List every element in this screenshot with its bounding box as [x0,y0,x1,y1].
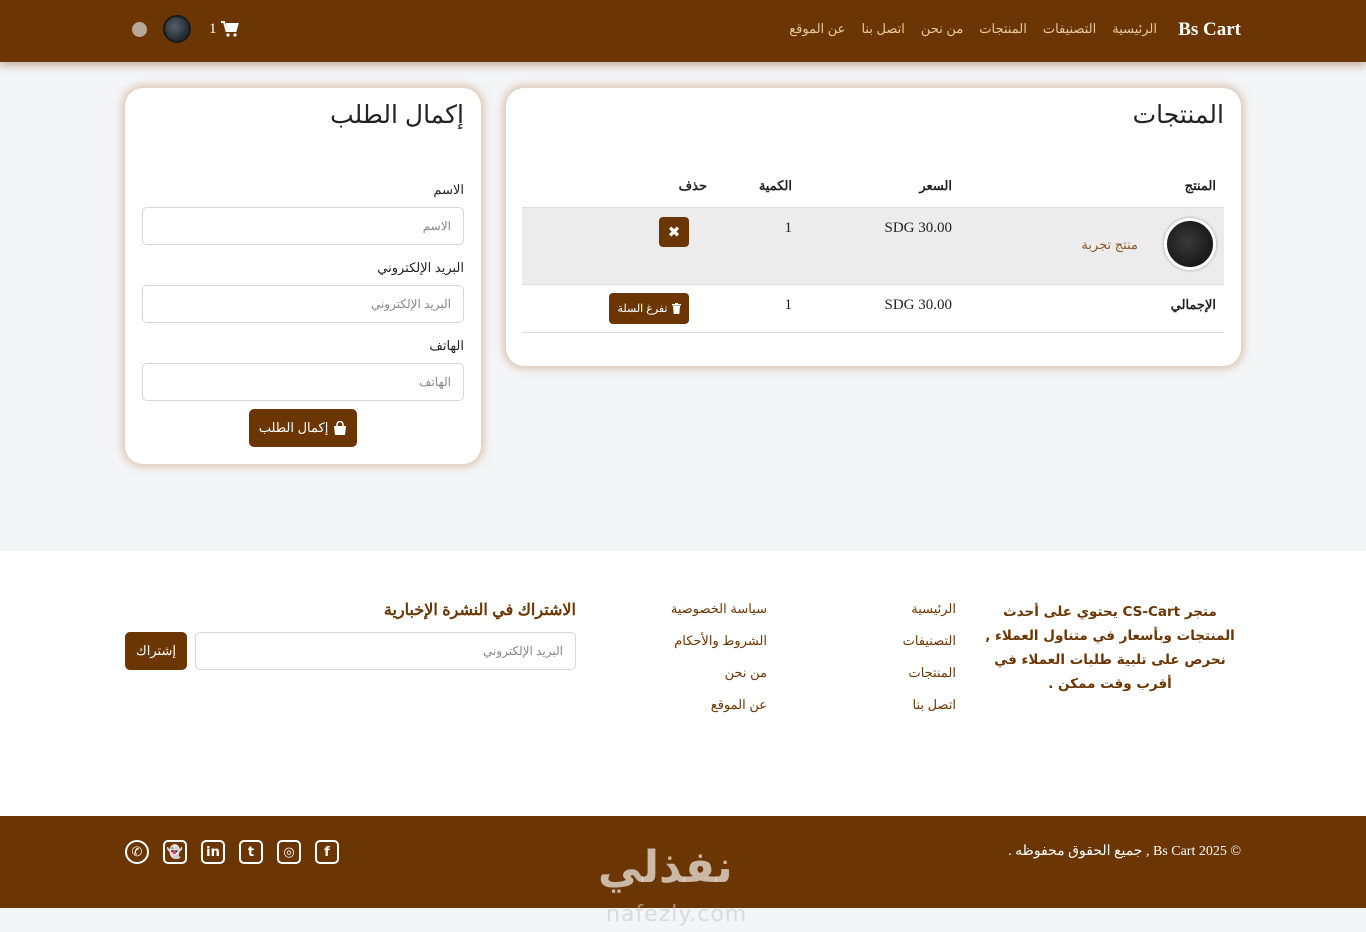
product-qty: 1 [784,220,793,236]
complete-order-button[interactable]: إكمال الطلب [249,409,357,447]
nav-contact[interactable]: اتصل بنا [861,21,904,37]
nav-home[interactable]: الرئيسية [1112,21,1157,37]
order-title: إكمال الطلب [330,101,464,129]
empty-cart-button[interactable]: تفرغ السلة [609,293,689,324]
whatsapp-icon[interactable]: ✆ [125,840,149,864]
footer-link-home[interactable]: الرئيسية [903,600,956,618]
footer-link-about-us[interactable]: من نحن [671,664,767,682]
brand-logo[interactable]: Bs Cart [1178,19,1241,41]
name-label: الاسم [433,182,464,197]
phone-input[interactable] [142,363,464,401]
cart-count: 1 [209,20,217,37]
name-input[interactable] [142,207,464,245]
product-image[interactable] [1164,218,1216,270]
nav-about-us[interactable]: من نحن [921,21,963,37]
bottom-bar: © Bs Cart 2025 , جميع الحقوق محفوظه . نف… [0,816,1366,927]
product-name[interactable]: منتج تجربة [1081,237,1138,253]
header-qty: الكمية [758,178,792,193]
total-price: SDG 30.00 [884,297,952,313]
header-price: السعر [919,178,952,193]
newsletter-email-input[interactable] [195,632,576,670]
empty-cart-label: تفرغ السلة [617,303,668,315]
phone-label: الهاتف [429,338,464,353]
complete-order-label: إكمال الطلب [258,420,329,435]
cart-table: المنتج السعر الكمية حذف منتج تجربة SDG 3… [522,168,1224,333]
nav-categories[interactable]: التصنيفات [1043,21,1096,37]
snapchat-icon[interactable]: 👻 [163,840,187,864]
products-card: المنتجات المنتج السعر الكمية حذف منتج تج… [506,88,1241,366]
instagram-icon[interactable]: ◎ [277,840,301,864]
watermark-logo: نفذلي [598,842,734,893]
footer-link-products[interactable]: المنتجات [903,664,956,682]
subscribe-button[interactable]: إشتراك [125,632,187,670]
delete-item-button[interactable]: ✖ [659,217,689,247]
footer-about: متجر CS-Cart يحتوي على أحدث المنتجات وبأ… [985,604,1235,692]
cart-icon [220,21,239,37]
nav-products[interactable]: المنتجات [979,21,1027,37]
trash-icon [671,303,681,314]
facebook-icon[interactable]: f [315,840,339,864]
copyright: © Bs Cart 2025 , جميع الحقوق محفوظه . [1008,844,1241,859]
table-row: منتج تجربة SDG 30.00 1 ✖ [522,208,1224,285]
watermark-url: nafezly.com [606,902,748,927]
total-qty: 1 [784,297,793,313]
cart-button[interactable]: 1 [209,21,239,38]
footer-links-info: سياسة الخصوصية الشروط والأحكام من نحن عن… [671,600,767,714]
footer-links-main: الرئيسية التصنيفات المنتجات اتصل بنا [903,600,956,714]
product-price: SDG 30.00 [884,220,952,236]
linkedin-icon[interactable]: in [201,840,225,864]
footer-link-categories[interactable]: التصنيفات [903,632,956,650]
shopping-bag-icon [334,421,347,435]
footer-link-privacy[interactable]: سياسة الخصوصية [671,600,767,618]
nav-about-site[interactable]: عن الموقع [789,21,845,37]
avatar[interactable] [163,15,191,43]
order-card: إكمال الطلب الاسم البريد الإلكتروني الها… [125,88,481,464]
social-links: ✆ 👻 in t ◎ f [125,840,339,864]
table-header: المنتج السعر الكمية حذف [522,168,1224,208]
close-icon: ✖ [667,223,681,241]
total-label: الإجمالي [1170,297,1216,312]
header-delete: حذف [678,178,707,193]
footer: متجر CS-Cart يحتوي على أحدث المنتجات وبأ… [0,551,1366,816]
products-title: المنتجات [1132,101,1224,129]
email-input[interactable] [142,285,464,323]
footer-link-contact[interactable]: اتصل بنا [903,696,956,714]
twitter-icon[interactable]: t [239,840,263,864]
header-product: المنتج [1184,178,1216,193]
globe-icon[interactable] [132,21,147,37]
email-label: البريد الإلكتروني [377,260,464,275]
footer-link-about-site[interactable]: عن الموقع [671,696,767,714]
table-row-total: الإجمالي SDG 30.00 1 تفرغ السلة [522,285,1224,333]
nav-links: الرئيسية التصنيفات المنتجات من نحن اتصل … [789,21,1157,37]
newsletter-title: الاشتراك في النشرة الإخبارية [383,602,576,619]
nav-actions: 1 [132,15,239,43]
navbar: Bs Cart الرئيسية التصنيفات المنتجات من ن… [0,0,1366,62]
footer-link-terms[interactable]: الشروط والأحكام [671,632,767,650]
